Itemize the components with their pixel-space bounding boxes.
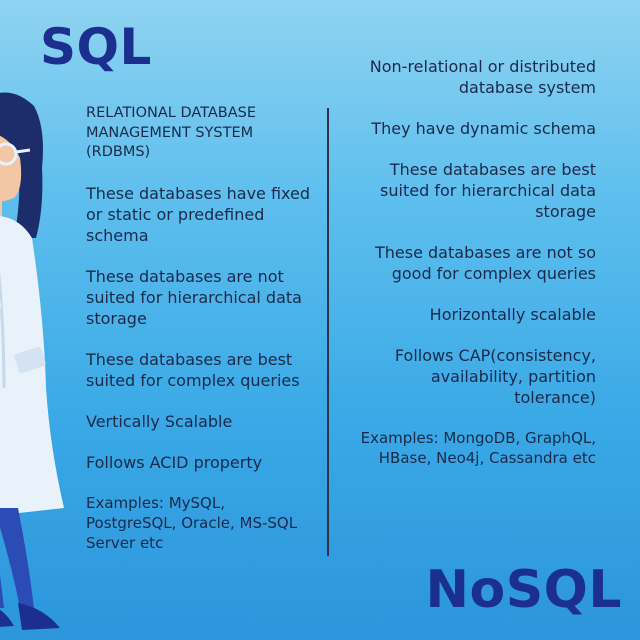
nosql-point: Follows CAP(consistency, availability, p…: [394, 346, 596, 407]
scientist-illustration: [0, 92, 64, 630]
nosql-point: Non-relational or distributed database s…: [369, 57, 596, 97]
sql-point: Follows ACID property: [86, 452, 263, 472]
sql-point: Examples: MySQL, PostgreSQL, Oracle, MS-…: [86, 493, 298, 552]
sql-point: RELATIONAL DATABASE MANAGEMENT SYSTEM (R…: [86, 105, 257, 160]
nosql-column: Non-relational or distributed database s…: [351, 56, 596, 488]
sql-column: RELATIONAL DATABASE MANAGEMENT SYSTEM (R…: [86, 104, 316, 573]
nosql-point: They have dynamic schema: [371, 119, 596, 138]
nosql-point: Examples: MongoDB, GraphQL, HBase, Neo4j…: [360, 429, 596, 467]
nosql-point: Horizontally scalable: [429, 305, 596, 324]
nosql-point: These databases are not so good for comp…: [375, 243, 596, 283]
sql-title: SQL: [40, 18, 152, 76]
sql-point: These databases are best suited for comp…: [86, 349, 300, 390]
column-divider: [327, 108, 329, 556]
infographic-canvas: SQL RELATIONAL DATABASE MANAGEMENT SYSTE…: [0, 0, 640, 640]
sql-point: Vertically Scalable: [86, 411, 233, 431]
nosql-point: These databases are best suited for hier…: [380, 160, 596, 221]
sql-point: These databases have fixed or static or …: [86, 183, 311, 245]
nosql-title: NoSQL: [425, 560, 622, 620]
sql-point: These databases are not suited for hiera…: [86, 266, 302, 328]
